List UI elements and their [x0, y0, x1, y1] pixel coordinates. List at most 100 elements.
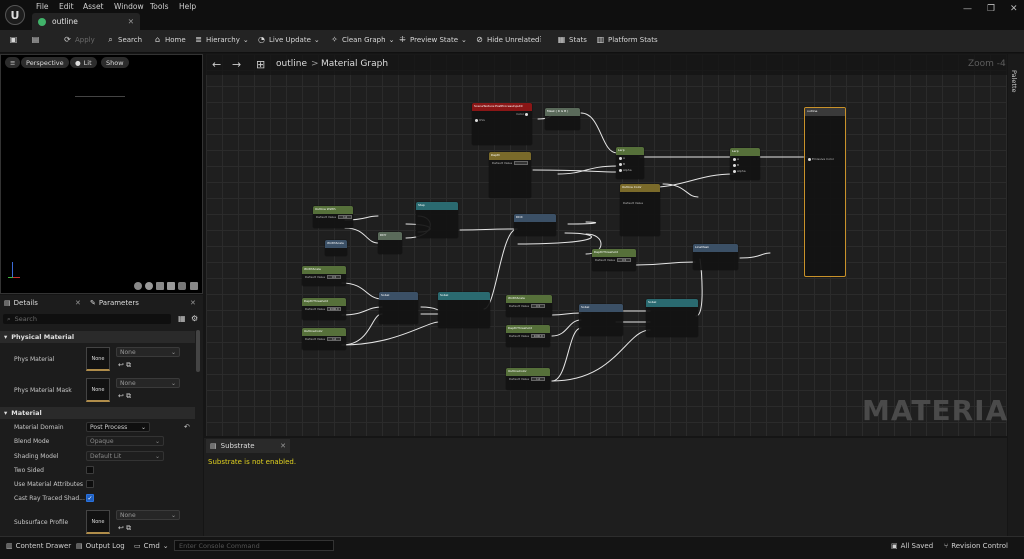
material-domain-dropdown[interactable]: Post Process ⌄ [86, 422, 150, 432]
phys-material-mask-thumbnail[interactable]: None [86, 378, 110, 402]
category-physical-material[interactable]: ▾ Physical Material [0, 331, 195, 343]
table-view-icon[interactable]: ▦ [178, 314, 186, 323]
show-button[interactable]: Show [101, 57, 129, 68]
pin-icon[interactable] [619, 156, 622, 160]
node-depth-threshold[interactable]: DepthThreshold Default Value 0.5 [592, 249, 636, 271]
node-outline-width[interactable]: Outline Width Default Value 1.0 [313, 206, 353, 228]
cylinder-preview-icon[interactable] [134, 282, 142, 290]
pin-icon[interactable] [733, 157, 736, 161]
phys-material-mask-dropdown[interactable]: None ⌄ [116, 378, 180, 388]
live-update-button[interactable]: ◔ Live Update ⌄ [257, 35, 320, 44]
browse-asset-icon[interactable]: ↩ ⧉ [118, 361, 131, 370]
content-drawer-button[interactable]: ▥ Content Drawer [6, 542, 71, 550]
node-width-scale[interactable]: WidthScale [325, 240, 347, 256]
cmd-button[interactable]: ▭ Cmd ⌄ [134, 542, 169, 550]
hide-unrelated-button[interactable]: ⊘ Hide Unrelated [475, 35, 539, 44]
close-details-icon[interactable]: ✕ [75, 296, 81, 310]
default-value-swatch[interactable]: 0.5 [531, 304, 546, 308]
menu-window[interactable]: Window [114, 2, 144, 11]
node-param-e[interactable]: DepthThreshold Default Value 1000.0 [506, 325, 550, 347]
pin-icon[interactable] [475, 118, 478, 122]
node-line-mask[interactable]: LineMask [693, 244, 738, 270]
lit-button[interactable]: ● Lit [70, 57, 97, 68]
hierarchy-button[interactable]: ≣ Hierarchy ⌄ [194, 35, 249, 44]
pin-icon[interactable] [619, 168, 622, 172]
sphere-preview-icon[interactable] [145, 282, 153, 290]
maximize-icon[interactable]: ❐ [987, 4, 995, 14]
node-material-output[interactable]: outline Emissive Color [804, 107, 846, 277]
menu-asset[interactable]: Asset [83, 2, 104, 11]
default-value-swatch[interactable]: 1000.0 [531, 334, 546, 338]
pin-icon[interactable] [525, 112, 528, 116]
cube-preview-icon[interactable] [167, 282, 175, 290]
blend-mode-dropdown[interactable]: Opaque ⌄ [86, 436, 164, 446]
tab-substrate[interactable]: ▤ Substrate ✕ [206, 439, 290, 453]
home-button[interactable]: ⌂ Home [153, 35, 186, 44]
phys-material-thumbnail[interactable]: None [86, 347, 110, 371]
more-options-icon[interactable]: ⋮ [537, 35, 544, 43]
node-scene-texture[interactable]: SceneTexture:PostProcessInput0 Color UVs [472, 103, 532, 145]
default-value-swatch[interactable] [514, 161, 529, 165]
subsurface-profile-thumbnail[interactable]: None [86, 510, 110, 534]
save-button[interactable]: ▣ [9, 35, 18, 44]
node-sobel-2[interactable]: Sobel [579, 304, 623, 336]
default-value-swatch[interactable]: 0.5 [327, 275, 342, 279]
details-search-input[interactable]: ⌕ Search [3, 314, 171, 324]
default-value-swatch[interactable]: 1.0 [531, 377, 546, 381]
default-value-swatch[interactable]: 1.0 [327, 337, 342, 341]
viewport-menu-icon[interactable]: ≡ [5, 57, 21, 68]
node-param-d[interactable]: WidthScale Default Value 0.5 [506, 295, 552, 317]
preview-state-button[interactable]: ⁜ Preview State ⌄ [398, 35, 467, 44]
subsurface-profile-dropdown[interactable]: None ⌄ [116, 510, 180, 520]
settings-gear-icon[interactable]: ⚙ [191, 314, 198, 323]
perspective-button[interactable]: Perspective [21, 57, 69, 68]
stats-button[interactable]: ▦ Stats [557, 35, 587, 44]
close-parameters-icon[interactable]: ✕ [190, 296, 196, 310]
tab-parameters[interactable]: ✎ Parameters [90, 296, 139, 310]
phys-material-dropdown[interactable]: None ⌄ [116, 347, 180, 357]
cast-ray-traced-checkbox[interactable]: ✓ [86, 494, 94, 502]
clean-graph-button[interactable]: ✧ Clean Graph ⌄ [330, 35, 394, 44]
category-material[interactable]: ▾ Material [0, 407, 195, 419]
use-material-attributes-checkbox[interactable] [86, 480, 94, 488]
search-button[interactable]: ⌕ Search [106, 35, 142, 44]
default-value-swatch[interactable]: 1.0 [338, 215, 353, 219]
plane-preview-icon[interactable] [156, 282, 164, 290]
browse-asset-icon[interactable]: ↩ ⧉ [118, 392, 131, 401]
console-input[interactable]: Enter Console Command [174, 540, 334, 551]
details-scrollbar[interactable] [196, 330, 200, 372]
node-outline-color[interactable]: Outline Color Default Value [620, 184, 660, 236]
close-window-icon[interactable]: ✕ [1010, 4, 1018, 14]
output-log-button[interactable]: ▤ Output Log [76, 542, 125, 550]
node-sobel-lerp-2[interactable]: Sobel [646, 299, 698, 337]
close-substrate-icon[interactable]: ✕ [280, 442, 286, 450]
pin-icon[interactable] [808, 157, 811, 161]
node-depth-param[interactable]: Depth Default Value [489, 152, 531, 198]
shading-model-dropdown[interactable]: Default Lit ⌄ [86, 451, 164, 461]
reset-to-default-icon[interactable]: ↶ [184, 423, 190, 431]
tab-outline[interactable]: outline ✕ [32, 13, 140, 30]
menu-help[interactable]: Help [179, 2, 196, 11]
apply-button[interactable]: ⟳ Apply [63, 35, 95, 44]
default-value-swatch[interactable]: 0.5 [617, 258, 632, 262]
palette-tab[interactable]: Palette [1010, 70, 1018, 93]
node-ddx[interactable]: DDX [514, 214, 556, 236]
menu-tools[interactable]: Tools [150, 2, 168, 11]
node-sobel-1[interactable]: Sobel [379, 292, 418, 324]
preview-viewport[interactable] [0, 54, 203, 294]
menu-edit[interactable]: Edit [59, 2, 74, 11]
all-saved-button[interactable]: ▣ All Saved [891, 542, 933, 550]
menu-file[interactable]: File [36, 2, 49, 11]
default-value-swatch[interactable]: 1000.0 [327, 307, 342, 311]
browse-button[interactable]: ▤ [31, 35, 40, 44]
pin-icon[interactable] [733, 163, 736, 167]
node-lerp-1[interactable]: Lerp A B Alpha [616, 147, 644, 179]
node-param-b[interactable]: DepthThreshold Default Value 1000.0 [302, 298, 346, 320]
close-tab-icon[interactable]: ✕ [128, 17, 134, 26]
node-step[interactable]: Step [416, 202, 458, 238]
minimize-icon[interactable]: — [963, 4, 972, 14]
pin-icon[interactable] [733, 169, 736, 173]
node-param-c[interactable]: OutlineColor Default Value 1.0 [302, 328, 346, 350]
revision-control-button[interactable]: ⑂ Revision Control [944, 542, 1008, 550]
node-mask[interactable]: Mask ( R G B ) [545, 108, 580, 130]
